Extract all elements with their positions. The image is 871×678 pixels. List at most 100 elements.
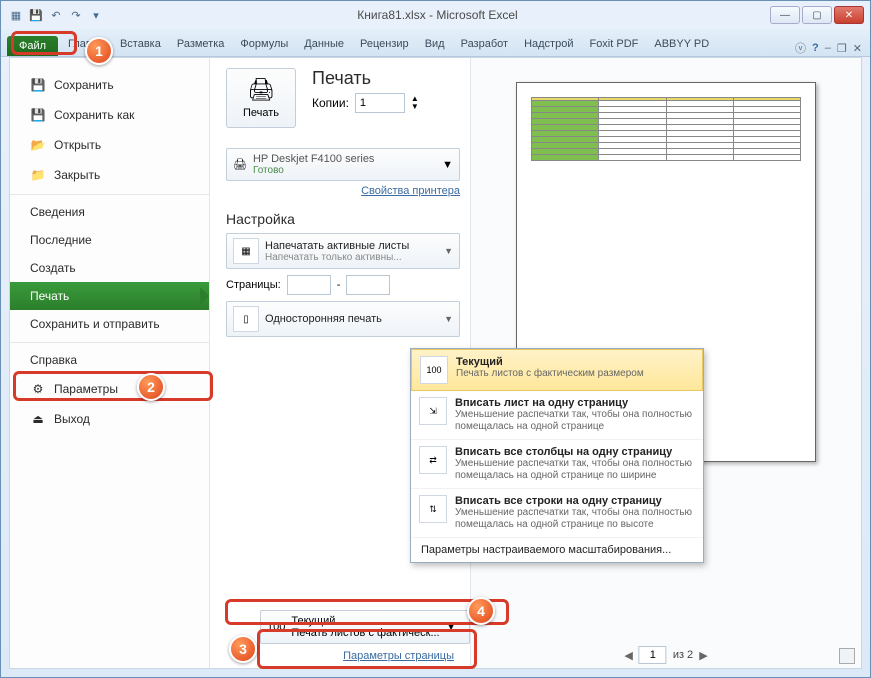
pages-label: Страницы:	[226, 279, 281, 291]
settings-heading: Настройка	[226, 211, 460, 227]
page-navigator: ◀ из 2 ▶	[624, 646, 707, 664]
tab-developer[interactable]: Разработ	[453, 34, 516, 56]
preview-table	[531, 97, 801, 161]
callout-4: 4	[467, 597, 495, 625]
print-button[interactable]: 🖨 Печать	[226, 68, 296, 128]
printer-status-icon: 🖨	[233, 158, 247, 171]
help-icon[interactable]: ?	[812, 42, 819, 54]
tab-addins[interactable]: Надстрой	[516, 34, 581, 56]
nav-new[interactable]: Создать	[10, 254, 209, 282]
tab-file[interactable]: Файл	[7, 36, 58, 56]
fit-columns-icon: ⇄	[419, 446, 447, 474]
sheets-icon: ▦	[233, 238, 259, 264]
tab-view[interactable]: Вид	[417, 34, 453, 56]
close-button[interactable]: ✕	[834, 6, 864, 24]
printer-name: HP Deskjet F4100 series	[253, 153, 436, 165]
nav-share[interactable]: Сохранить и отправить	[10, 310, 209, 338]
tab-data[interactable]: Данные	[296, 34, 352, 56]
copies-input[interactable]	[355, 93, 405, 113]
tab-review[interactable]: Рецензир	[352, 34, 417, 56]
scaling-desc: Печать листов с фактическ...	[291, 627, 439, 639]
fit-rows-icon: ⇅	[419, 495, 447, 523]
nav-recent[interactable]: Последние	[10, 226, 209, 254]
prev-page-button[interactable]: ◀	[624, 649, 632, 662]
nav-close-label: Закрыть	[54, 168, 100, 182]
printer-selector[interactable]: 🖨 HP Deskjet F4100 series Готово ▼	[226, 148, 460, 181]
qat-more-icon[interactable]: ▾	[87, 6, 105, 24]
exit-icon: ⏏	[30, 411, 46, 427]
scaling-custom-link[interactable]: Параметры настраиваемого масштабирования…	[411, 538, 703, 562]
workbook-restore-icon[interactable]: ❐	[837, 42, 847, 55]
page-number-input[interactable]	[639, 646, 667, 664]
nav-save-as-label: Сохранить как	[54, 108, 134, 122]
pages-from-input[interactable]	[287, 275, 331, 295]
nav-help[interactable]: Справка	[10, 342, 209, 374]
open-icon: 📂	[30, 137, 46, 153]
nav-info-label: Сведения	[30, 205, 85, 219]
page-setup-link[interactable]: Параметры страницы	[343, 650, 454, 662]
scaling-dropdown: 100 ТекущийПечать листов с фактическим р…	[410, 348, 704, 563]
maximize-button[interactable]: ▢	[802, 6, 832, 24]
quick-access-toolbar: ▦ 💾 ↶ ↷ ▾	[7, 6, 105, 24]
nav-info[interactable]: Сведения	[10, 194, 209, 226]
backstage-nav: 💾Сохранить 💾 Сохранить как 📂Открыть 📁Закр…	[10, 58, 210, 668]
redo-icon[interactable]: ↷	[67, 6, 85, 24]
opt-desc: Печать листов с фактическим размером	[456, 368, 644, 380]
nav-save-label: Сохранить	[54, 78, 114, 92]
scaling-option-fit-sheet[interactable]: ⇲ Вписать лист на одну страницуУменьшени…	[411, 391, 703, 440]
scaling-option-current[interactable]: 100 ТекущийПечать листов с фактическим р…	[411, 349, 703, 391]
scaling-option-fit-rows[interactable]: ⇅ Вписать все строки на одну страницуУме…	[411, 489, 703, 538]
chevron-down-icon: ▼	[446, 621, 457, 633]
pages-sep: -	[337, 279, 341, 291]
nav-close[interactable]: 📁Закрыть	[10, 160, 209, 190]
backstage: 💾Сохранить 💾 Сохранить как 📂Открыть 📁Закр…	[9, 57, 862, 669]
opt-title: Вписать все строки на одну страницу	[455, 495, 695, 507]
one-sided-icon: ▯	[233, 306, 259, 332]
nav-exit[interactable]: ⏏ Выход	[10, 404, 209, 434]
scaling-title: Текущий	[291, 615, 439, 627]
workbook-minimize-icon[interactable]: –	[825, 42, 831, 54]
sides-selector[interactable]: ▯ Односторонняя печать ▼	[226, 301, 460, 337]
callout-1: 1	[85, 37, 113, 65]
opt-desc: Уменьшение распечатки так, чтобы она пол…	[455, 409, 695, 433]
save-icon[interactable]: 💾	[27, 6, 45, 24]
print-what-selector[interactable]: ▦ Напечатать активные листы Напечатать т…	[226, 233, 460, 269]
tab-insert[interactable]: Вставка	[112, 34, 169, 56]
opt-desc: Уменьшение распечатки так, чтобы она пол…	[455, 458, 695, 482]
tab-foxit[interactable]: Foxit PDF	[581, 34, 646, 56]
ribbon-minimize-icon[interactable]: ⓥ	[795, 40, 806, 56]
nav-save-as[interactable]: 💾 Сохранить как	[10, 100, 209, 130]
scaling-option-fit-columns[interactable]: ⇄ Вписать все столбцы на одну страницуУм…	[411, 440, 703, 489]
next-page-button[interactable]: ▶	[699, 649, 707, 662]
undo-icon[interactable]: ↶	[47, 6, 65, 24]
backstage-main: 🖨 Печать Печать Копии: ▲▼ 🖨	[210, 58, 861, 668]
opt-desc: Уменьшение распечатки так, чтобы она пол…	[455, 507, 695, 531]
sides-title: Односторонняя печать	[265, 313, 438, 325]
nav-print-label: Печать	[30, 289, 69, 303]
nav-options[interactable]: ⚙Параметры	[10, 374, 209, 404]
minimize-button[interactable]: —	[770, 6, 800, 24]
nav-share-label: Сохранить и отправить	[30, 317, 160, 331]
nav-options-label: Параметры	[54, 382, 118, 396]
save-as-icon: 💾	[30, 107, 46, 123]
tab-abbyy[interactable]: ABBYY PD	[646, 34, 717, 56]
nav-print[interactable]: Печать	[10, 282, 209, 310]
nav-open[interactable]: 📂Открыть	[10, 130, 209, 160]
printer-properties-link[interactable]: Свойства принтера	[226, 185, 460, 197]
excel-icon: ▦	[7, 6, 25, 24]
scaling-selector[interactable]: 100 Текущий Печать листов с фактическ...…	[260, 610, 470, 644]
tab-formulas[interactable]: Формулы	[232, 34, 296, 56]
workbook-close-icon[interactable]: ✕	[853, 42, 862, 55]
zoom-to-page-button[interactable]	[839, 648, 855, 664]
nav-save[interactable]: 💾Сохранить	[10, 70, 209, 100]
chevron-down-icon: ▼	[444, 314, 453, 324]
copies-spinner-icon[interactable]: ▲▼	[411, 95, 419, 111]
tab-layout[interactable]: Разметка	[169, 34, 233, 56]
print-heading: Печать	[312, 68, 419, 89]
scale-100-icon: 100	[420, 356, 448, 384]
pages-to-input[interactable]	[346, 275, 390, 295]
pages-range: Страницы: -	[226, 275, 460, 295]
printer-status: Готово	[253, 165, 436, 176]
titlebar: ▦ 💾 ↶ ↷ ▾ Книга81.xlsx - Microsoft Excel…	[1, 1, 870, 29]
nav-exit-label: Выход	[54, 412, 90, 426]
